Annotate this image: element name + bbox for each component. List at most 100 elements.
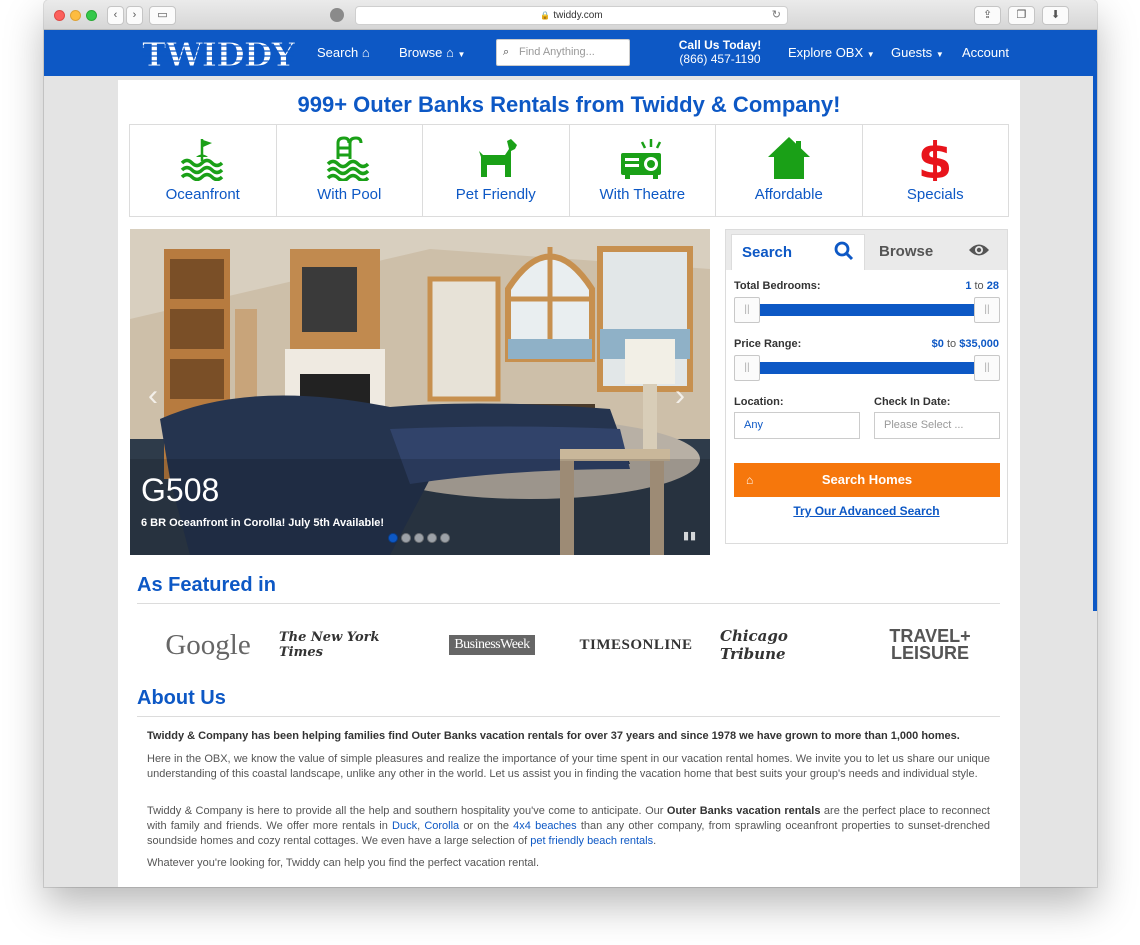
timesonline-logo: TIMESONLINE (579, 636, 693, 653)
divider (137, 603, 1000, 604)
find-anything-placeholder: Find Anything... (519, 46, 595, 58)
slider-dot[interactable] (427, 533, 437, 543)
address-bar[interactable]: 🔒 twiddy.com ↻ (355, 6, 788, 25)
checkin-date-input[interactable]: Please Select ... (874, 412, 1000, 439)
chicago-tribune-logo: Chicago Tribune (720, 627, 788, 663)
businessweek-logo-wrap: BusinessWeek (437, 620, 547, 670)
nav-browse-link[interactable]: Browse ⌂ ▼ (399, 45, 465, 60)
bedrooms-slider[interactable]: || || (734, 297, 1000, 323)
bedrooms-label: Total Bedrooms: (734, 280, 821, 292)
tab-search[interactable]: Search (731, 234, 865, 270)
caret-down-icon: ▼ (866, 50, 875, 59)
slider-dot[interactable] (401, 533, 411, 543)
4x4-beaches-link[interactable]: 4x4 beaches (513, 820, 577, 832)
call-title: Call Us Today! (678, 38, 762, 52)
slide-title[interactable]: G508 (141, 472, 219, 509)
slide-subtitle: 6 BR Oceanfront in Corolla! July 5th Ava… (141, 517, 385, 529)
about-heading: About Us (137, 687, 226, 709)
dollar-icon: $ (918, 135, 953, 181)
slider-dot[interactable] (414, 533, 424, 543)
location-select[interactable]: Any (734, 412, 860, 439)
price-slider[interactable]: || || (734, 355, 1000, 381)
nav-guests[interactable]: Guests ▼ (891, 45, 944, 60)
page-headline: 999+ Outer Banks Rentals from Twiddy & C… (297, 92, 841, 117)
nav-search-link[interactable]: Search ⌂ (317, 45, 370, 60)
category-with-theatre[interactable]: With Theatre (570, 125, 716, 216)
about-paragraph: Here in the OBX, we know the value of si… (147, 753, 990, 780)
price-label: Price Range: (734, 338, 802, 350)
price-max: $35,000 (959, 338, 999, 350)
bedrooms-min-handle[interactable]: || (734, 297, 760, 323)
text-run-bold: Outer Banks vacation rentals (666, 805, 821, 817)
nav-guests-label: Guests (891, 45, 933, 60)
home-icon: ⌂ (746, 473, 754, 487)
caret-down-icon: ▼ (457, 50, 466, 59)
search-panel: Search Browse Total Bedrooms: 1 to 28 ||… (725, 229, 1008, 544)
search-homes-button[interactable]: ⌂ Search Homes (734, 463, 1000, 497)
slider-dot[interactable] (388, 533, 398, 543)
home-icon: ⌂ (445, 45, 454, 60)
slider-next-icon[interactable]: › (675, 379, 685, 413)
search-homes-label: Search Homes (821, 472, 913, 487)
eye-icon[interactable] (968, 242, 990, 258)
house-icon (767, 137, 810, 179)
nav-account[interactable]: Account (962, 45, 1009, 60)
forward-icon[interactable]: › (126, 6, 143, 25)
category-label: With Pool (317, 186, 382, 203)
price-max-handle[interactable]: || (974, 355, 1000, 381)
divider (137, 716, 1000, 717)
nav-explore-label: Explore OBX (788, 45, 864, 60)
tabs-overview-icon[interactable]: ❐ (1008, 6, 1035, 25)
category-specials[interactable]: $ Specials (863, 125, 1009, 216)
find-anything-input[interactable]: ⌕ Find Anything... (496, 39, 630, 66)
corolla-link[interactable]: Corolla (424, 820, 459, 832)
pet-friendly-rentals-link[interactable]: pet friendly beach rentals (530, 835, 653, 847)
press-logos: Google The New York Times BusinessWeek T… (137, 620, 1000, 670)
bedrooms-range: 1 to 28 (965, 280, 999, 292)
featured-home-slider[interactable]: ‹ › G508 6 BR Oceanfront in Corolla! Jul… (130, 229, 710, 555)
call-us-block[interactable]: Call Us Today! (866) 457-1190 (674, 38, 766, 66)
category-affordable[interactable]: Affordable (716, 125, 863, 216)
category-bar: Oceanfront With Pool Pet Friendly With T… (129, 124, 1009, 217)
zoom-window-button[interactable] (86, 10, 97, 21)
slider-dot[interactable] (440, 533, 450, 543)
slider-prev-icon[interactable]: ‹ (148, 379, 158, 413)
category-label: Specials (906, 186, 964, 203)
category-with-pool[interactable]: With Pool (277, 125, 423, 216)
home-icon: ⌂ (361, 45, 370, 60)
category-oceanfront[interactable]: Oceanfront (130, 125, 277, 216)
logo-text: TWIDDY (142, 37, 295, 69)
about-paragraph-rentals: Twiddy & Company is here to provide all … (147, 804, 990, 849)
share-icon[interactable]: ⇪ (974, 6, 1001, 25)
reload-icon[interactable]: ↻ (772, 7, 781, 24)
downloads-icon[interactable]: ⬇ (1042, 6, 1069, 25)
call-phone[interactable]: (866) 457-1190 (674, 52, 766, 66)
svg-text:$: $ (918, 135, 953, 181)
close-window-button[interactable] (54, 10, 65, 21)
about-closing: Whatever you're looking for, Twiddy can … (147, 857, 540, 869)
scrollbar[interactable] (1093, 76, 1097, 611)
category-pet-friendly[interactable]: Pet Friendly (423, 125, 570, 216)
extension-icon[interactable] (330, 8, 344, 22)
tab-browse[interactable]: Browse (879, 243, 933, 260)
duck-link[interactable]: Duck (392, 820, 417, 832)
category-label: Affordable (754, 186, 823, 203)
bedrooms-min: 1 (965, 280, 972, 292)
url-text: twiddy.com (553, 10, 603, 21)
pause-icon[interactable]: ▮▮ (683, 529, 697, 542)
twiddy-logo[interactable]: TWIDDY (140, 37, 298, 69)
nav-browse-label: Browse (399, 45, 443, 60)
price-min-handle[interactable]: || (734, 355, 760, 381)
about-intro-text: Twiddy & Company has been helping famili… (147, 730, 960, 742)
oceanfront-icon (180, 139, 223, 181)
sidebar-toggle-icon[interactable]: ▭ (149, 6, 176, 25)
lock-icon: 🔒 (540, 11, 551, 20)
back-icon[interactable]: ‹ (107, 6, 124, 25)
slider-dots (388, 533, 450, 543)
search-panel-tabs: Search Browse (726, 230, 1007, 270)
advanced-search-link[interactable]: Try Our Advanced Search (726, 504, 1007, 518)
text-run: or on the (459, 820, 514, 832)
minimize-window-button[interactable] (70, 10, 81, 21)
bedrooms-max-handle[interactable]: || (974, 297, 1000, 323)
nav-explore-obx[interactable]: Explore OBX ▼ (788, 45, 875, 60)
